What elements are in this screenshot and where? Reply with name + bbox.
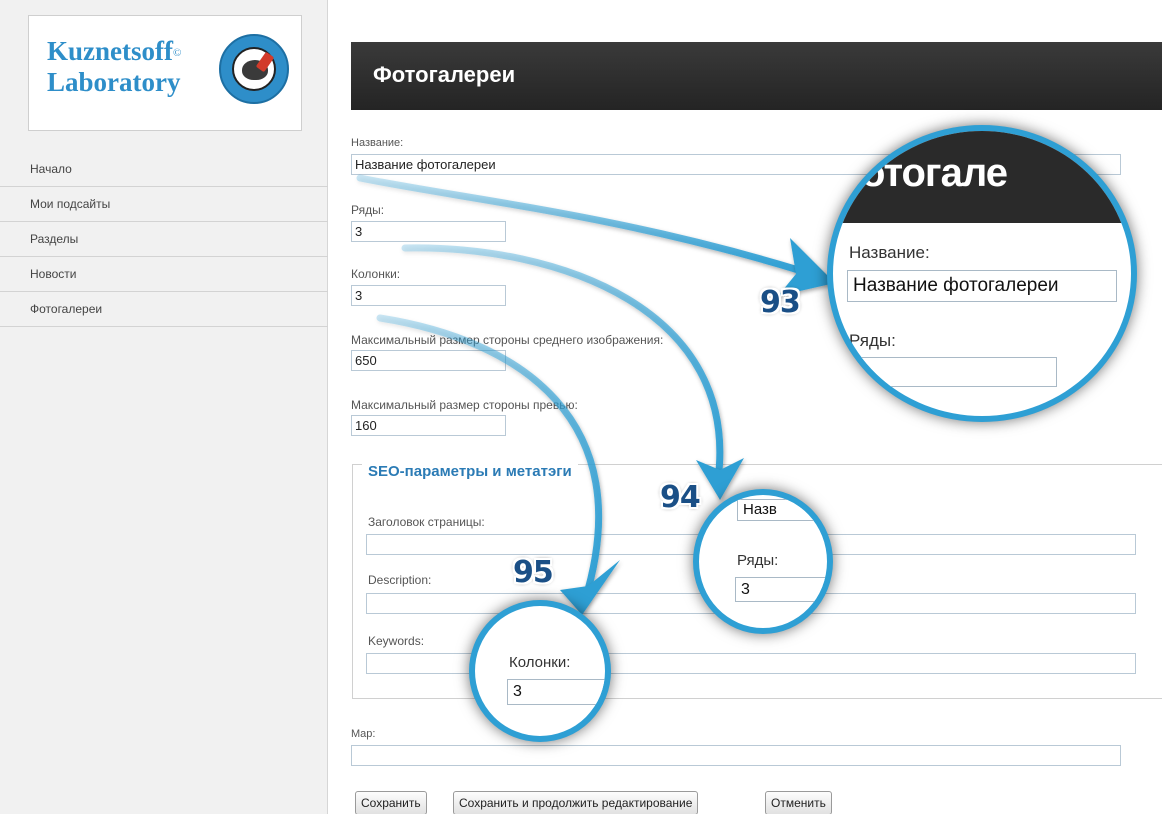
map-label: Map: (351, 728, 376, 740)
site-logo[interactable]: Kuznetsoff© Laboratory (28, 15, 302, 131)
magnified-name-input: Название фотогалереи (847, 270, 1117, 302)
save-button[interactable]: Сохранить (355, 791, 427, 814)
sidebar-item-galleries[interactable]: Фотогалереи (0, 292, 328, 327)
sidebar-item-sections[interactable]: Разделы (0, 222, 328, 257)
brain-seal-icon (219, 34, 289, 104)
logo-line-1: Kuznetsoff (47, 36, 173, 66)
sidebar-nav: Начало Мои подсайты Разделы Новости Фото… (0, 152, 328, 327)
map-input[interactable] (351, 745, 1121, 766)
page-title-input[interactable] (366, 534, 1136, 555)
medium-size-input[interactable]: 650 (351, 350, 506, 371)
sidebar-item-start[interactable]: Начало (0, 152, 328, 187)
magnified-rows-label: Ряды: (849, 331, 896, 350)
keywords-input[interactable] (366, 653, 1136, 674)
sidebar: Kuznetsoff© Laboratory Начало Мои подсай… (0, 0, 328, 814)
preview-size-label: Максимальный размер стороны превью: (351, 398, 578, 412)
rows-input[interactable]: 3 (351, 221, 506, 242)
cols-label: Колонки: (351, 267, 401, 281)
sidebar-item-news[interactable]: Новости (0, 257, 328, 292)
page-title-label: Заголовок страницы: (368, 515, 485, 529)
seo-legend[interactable]: SEO-параметры и метатэги (362, 463, 578, 480)
preview-size-input[interactable]: 160 (351, 415, 506, 436)
arrow-93-head (778, 238, 835, 296)
name-label: Название: (351, 137, 404, 149)
magnified-name-label: Название: (849, 243, 930, 262)
magnified-rows-input (847, 357, 1057, 387)
sidebar-item-subsites[interactable]: Мои подсайты (0, 187, 328, 222)
page-title: Фотогалереи (373, 62, 516, 87)
description-label: Description: (368, 573, 432, 587)
cancel-button[interactable]: Отменить (765, 791, 832, 814)
magnified-header: отогале (833, 131, 1131, 223)
logo-line-2: Laboratory (47, 67, 181, 97)
keywords-label: Keywords: (368, 634, 425, 648)
page-header: Фотогалереи (351, 42, 1162, 110)
logo-text: Kuznetsoff© Laboratory (47, 36, 181, 98)
cols-input[interactable]: 3 (351, 285, 506, 306)
description-input[interactable] (366, 593, 1136, 614)
copyright-mark: © (172, 47, 182, 59)
medium-size-label: Максимальный размер стороны среднего изо… (351, 333, 664, 347)
rows-label: Ряды: (351, 203, 385, 217)
name-input[interactable]: Название фотогалереи (351, 154, 1121, 175)
save-continue-button[interactable]: Сохранить и продолжить редактирование (453, 791, 699, 814)
callout-93: 93 (760, 285, 801, 320)
